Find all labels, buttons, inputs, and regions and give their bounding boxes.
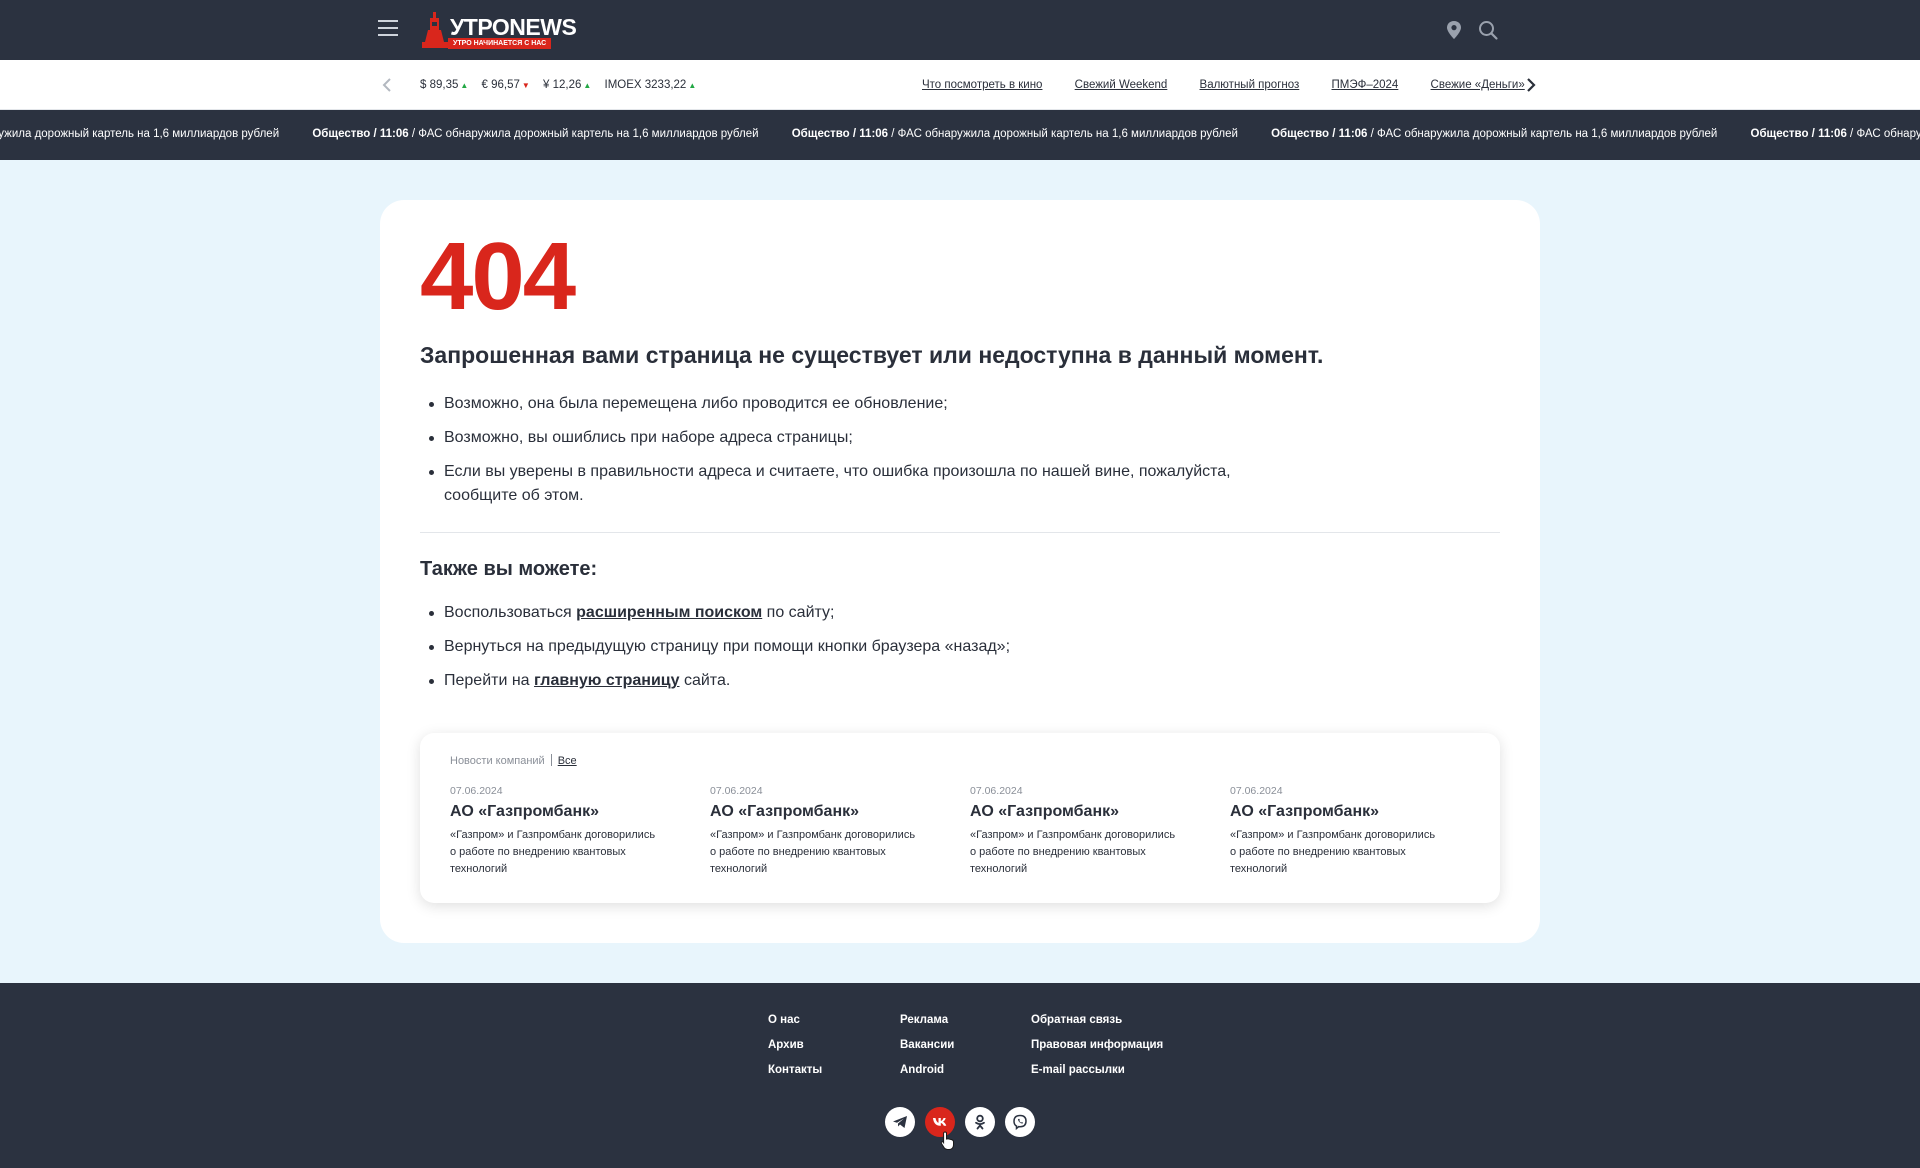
- mouse-cursor-icon: [940, 1131, 954, 1150]
- site-footer: О нас Архив Контакты Реклама Вакансии An…: [0, 983, 1920, 1168]
- footer-link[interactable]: Контакты: [768, 1064, 822, 1077]
- list-item: Вернуться на предыдущую страницу при пом…: [420, 635, 1320, 659]
- footer-link[interactable]: Android: [900, 1064, 954, 1077]
- ticker-item[interactable]: ружила дорожный картель на 1,6 миллиардо…: [0, 128, 279, 140]
- footer-link[interactable]: Обратная связь: [1031, 1014, 1163, 1027]
- ticker-item[interactable]: Общество / 11:06 / ФАС обнаружила дорожн…: [1271, 128, 1717, 140]
- arrow-down-icon: ▼: [521, 81, 530, 90]
- list-item: Возможно, она была перемещена либо прово…: [420, 392, 1240, 416]
- company-news: Новости компаний Все 07.06.2024 АО «Газпр…: [420, 733, 1500, 903]
- ticker-item[interactable]: Общество / 11:06 / ФАС обнаружила дорожн…: [312, 128, 758, 140]
- company-news-item[interactable]: 07.06.2024 АО «Газпромбанк» «Газпром» и …: [970, 785, 1180, 878]
- list-item: Воспользоваться расширенным поиском по с…: [420, 601, 1320, 625]
- footer-column: Обратная связь Правовая информация E-mai…: [1031, 1014, 1163, 1089]
- chevron-left-icon[interactable]: [380, 76, 394, 94]
- footer-column: Реклама Вакансии Android: [900, 1014, 954, 1089]
- topic-links: Что посмотреть в кино Свежий Weekend Вал…: [922, 79, 1554, 91]
- ticker-item[interactable]: Общество / 11:06 / ФАС обнаружила дорожн…: [792, 128, 1238, 140]
- advanced-search-link[interactable]: расширенным поиском: [576, 604, 762, 621]
- menu-icon[interactable]: [378, 20, 398, 38]
- news-ticker: ружила дорожный картель на 1,6 миллиардо…: [0, 110, 1920, 160]
- divider: [420, 532, 1500, 533]
- ticker-track: ружила дорожный картель на 1,6 миллиардо…: [0, 128, 1920, 140]
- list-item: Возможно, вы ошиблись при наборе адреса …: [420, 426, 1240, 450]
- topic-link[interactable]: Свежий Weekend: [1075, 79, 1168, 91]
- telegram-icon[interactable]: [885, 1107, 915, 1137]
- logo-subtitle: УТРО НАЧИНАЕТСЯ С НАС: [448, 38, 552, 49]
- site-header: УТРОNEWS УТРО НАЧИНАЕТСЯ С НАС: [0, 0, 1920, 60]
- arrow-up-icon: ▲: [460, 81, 469, 90]
- footer-link[interactable]: Реклама: [900, 1014, 954, 1027]
- footer-link[interactable]: Архив: [768, 1039, 822, 1052]
- quote-eur[interactable]: € 96,57 ▼: [482, 79, 530, 91]
- viber-icon[interactable]: [1005, 1107, 1035, 1137]
- location-icon[interactable]: [1443, 19, 1465, 41]
- also-title: Также вы можете:: [420, 558, 598, 580]
- topic-link[interactable]: ПМЭФ–2024: [1332, 79, 1399, 91]
- all-news-link[interactable]: Все: [558, 755, 577, 767]
- search-icon[interactable]: [1477, 19, 1499, 41]
- footer-link[interactable]: Вакансии: [900, 1039, 954, 1052]
- footer-link[interactable]: О нас: [768, 1014, 822, 1027]
- quote-imoex[interactable]: IMOEX 3233,22 ▲: [605, 79, 697, 91]
- arrow-up-icon: ▲: [688, 81, 697, 90]
- quote-cny[interactable]: ¥ 12,26 ▲: [543, 79, 591, 91]
- chevron-right-icon[interactable]: [1524, 76, 1538, 94]
- topic-link[interactable]: Что посмотреть в кино: [922, 79, 1042, 91]
- list-item: Если вы уверены в правильности адреса и …: [420, 460, 1240, 508]
- currency-quotes: $ 89,35 ▲ € 96,57 ▼ ¥ 12,26 ▲ IMOEX 3233,22…: [420, 79, 706, 91]
- topic-link[interactable]: Свежие «Деньги»: [1431, 79, 1525, 91]
- also-options: Воспользоваться расширенным поиском по с…: [420, 601, 1320, 703]
- error-reasons: Возможно, она была перемещена либо прово…: [420, 392, 1240, 518]
- quote-usd[interactable]: $ 89,35 ▲: [420, 79, 468, 91]
- company-news-header: Новости компаний Все: [450, 754, 577, 767]
- error-card: 404 Запрошенная вами страница не существ…: [380, 200, 1540, 943]
- logo-tower-icon: [422, 12, 448, 48]
- site-logo[interactable]: УТРОNEWS УТРО НАЧИНАЕТСЯ С НАС: [420, 12, 580, 50]
- company-news-item[interactable]: 07.06.2024 АО «Газпромбанк» «Газпром» и …: [450, 785, 660, 878]
- list-item: Перейти на главную страницу сайта.: [420, 669, 1320, 693]
- arrow-up-icon: ▲: [583, 81, 592, 90]
- topic-link[interactable]: Валютный прогноз: [1200, 79, 1300, 91]
- footer-column: О нас Архив Контакты: [768, 1014, 822, 1089]
- error-title: Запрошенная вами страница не существует …: [420, 342, 1324, 368]
- odnoklassniki-icon[interactable]: [965, 1107, 995, 1137]
- company-news-item[interactable]: 07.06.2024 АО «Газпромбанк» «Газпром» и …: [1230, 785, 1440, 878]
- ticker-item[interactable]: Общество / 11:06 / ФАС обнаружила дорожн…: [1751, 128, 1920, 140]
- home-page-link[interactable]: главную страницу: [534, 672, 679, 689]
- error-code: 404: [420, 223, 576, 330]
- footer-link[interactable]: Правовая информация: [1031, 1039, 1163, 1052]
- market-bar: $ 89,35 ▲ € 96,57 ▼ ¥ 12,26 ▲ IMOEX 3233,22…: [0, 60, 1920, 110]
- logo-title: УТРОNEWS: [450, 14, 577, 40]
- company-news-item[interactable]: 07.06.2024 АО «Газпромбанк» «Газпром» и …: [710, 785, 920, 878]
- footer-link[interactable]: E-mail рассылки: [1031, 1064, 1163, 1077]
